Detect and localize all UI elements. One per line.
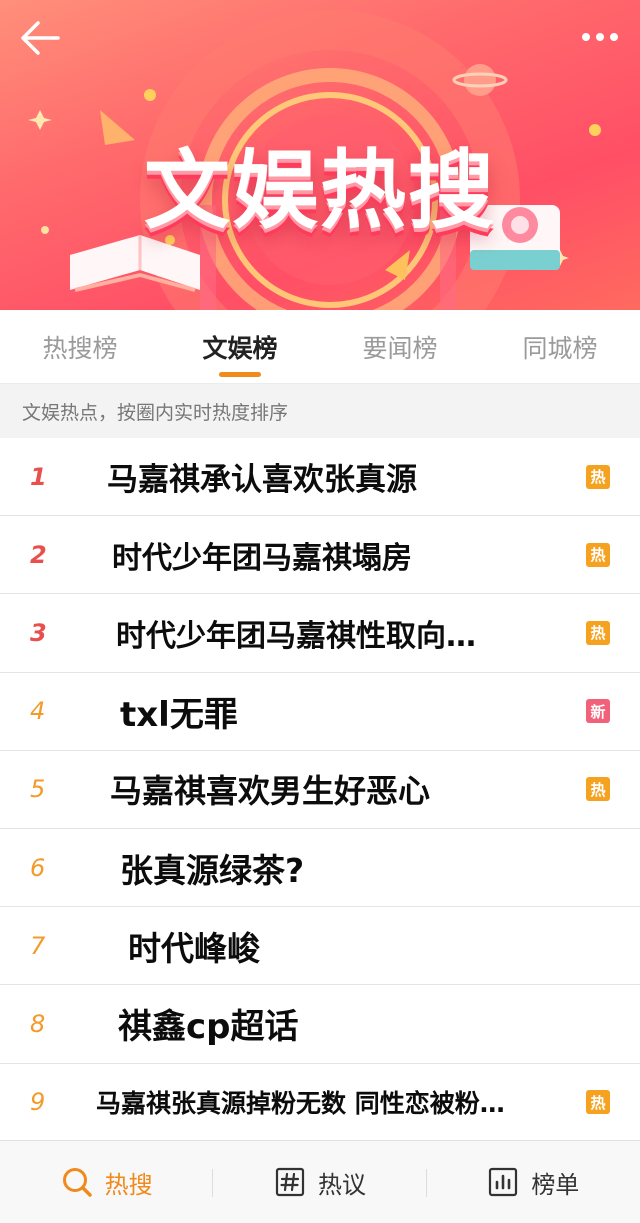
hot-badge: 热	[586, 620, 610, 645]
topic-title: 马嘉祺喜欢男生好恶心	[110, 772, 431, 811]
tab-local[interactable]: 同城榜	[480, 310, 640, 383]
rank-number: 4	[30, 697, 46, 726]
nav-label: 热搜	[104, 1170, 153, 1199]
topic-title: 时代少年团马嘉祺塌房	[112, 540, 412, 576]
list-item[interactable]: 5 马嘉祺喜欢男生好恶心 热	[0, 750, 640, 829]
nav-label: 热议	[317, 1170, 366, 1199]
nav-rankings[interactable]: 榜单	[427, 1141, 640, 1223]
new-badge: 新	[586, 699, 610, 724]
topic-title: 祺鑫cp超话	[118, 1007, 299, 1048]
tab-hot-search[interactable]: 热搜榜	[0, 310, 160, 383]
topic-title: 马嘉祺张真源掉粉无数 同性恋被粉…	[96, 1089, 505, 1119]
rank-number: 1	[30, 462, 47, 491]
hot-badge: 热	[586, 464, 610, 489]
list-item[interactable]: 4 txl无罪 新	[0, 672, 640, 751]
tab-bar: 热搜榜 文娱榜 要闻榜 同城榜	[0, 310, 640, 384]
topic-title: 时代少年团马嘉祺性取向…	[116, 618, 476, 654]
tab-label: 热搜榜	[42, 333, 118, 363]
hashtag-icon	[275, 1167, 305, 1197]
more-button[interactable]	[578, 22, 622, 52]
rank-number: 8	[30, 1009, 46, 1038]
list-item[interactable]: 9 马嘉祺张真源掉粉无数 同性恋被粉… 热	[0, 1063, 640, 1142]
topic-title: 马嘉祺承认喜欢张真源	[107, 462, 417, 499]
topic-title: 张真源绿茶?	[120, 850, 305, 890]
hot-badge: 热	[586, 542, 610, 567]
rank-number: 5	[30, 775, 46, 804]
list-item[interactable]: 6 张真源绿茶?	[0, 828, 640, 908]
tab-label: 文娱榜	[202, 333, 278, 363]
bottom-nav: 热搜 热议 榜单	[0, 1140, 640, 1223]
rank-number: 7	[30, 931, 46, 960]
list-item[interactable]: 3 时代少年团马嘉祺性取向… 热	[0, 594, 640, 673]
banner-title: 文娱热搜	[144, 141, 496, 241]
list-item[interactable]: 7 时代峰峻	[0, 907, 640, 986]
list-description: 文娱热点，按圈内实时热度排序	[0, 384, 640, 438]
nav-discussion[interactable]: 热议	[213, 1141, 427, 1223]
hot-badge: 热	[586, 777, 610, 802]
list-item[interactable]: 8 祺鑫cp超话	[0, 985, 640, 1064]
rank-number: 2	[30, 540, 47, 569]
topic-title: txl无罪	[120, 694, 238, 735]
rank-number: 9	[30, 1088, 46, 1117]
nav-hot-search[interactable]: 热搜	[0, 1141, 214, 1223]
back-button[interactable]	[18, 18, 62, 58]
nav-label: 榜单	[531, 1170, 580, 1199]
active-tab-indicator	[219, 372, 261, 377]
tab-news[interactable]: 要闻榜	[320, 310, 480, 383]
chart-icon	[489, 1167, 518, 1197]
tab-entertainment[interactable]: 文娱榜	[160, 310, 320, 383]
banner: 文娱热搜	[0, 0, 640, 310]
back-arrow-icon	[21, 21, 60, 55]
tab-label: 要闻榜	[362, 333, 438, 363]
rank-number: 3	[30, 618, 47, 647]
trending-list: 1 马嘉祺承认喜欢张真源 热 2 时代少年团马嘉祺塌房 热 3 时代少年团马嘉祺…	[0, 438, 640, 1142]
tab-label: 同城榜	[522, 333, 598, 363]
hot-badge: 热	[586, 1090, 610, 1115]
rank-number: 6	[30, 853, 46, 882]
topic-title: 时代峰峻	[128, 928, 260, 968]
list-item[interactable]: 1 马嘉祺承认喜欢张真源 热	[0, 438, 640, 517]
search-icon	[62, 1168, 92, 1197]
more-dots-icon	[582, 33, 618, 41]
list-item[interactable]: 2 时代少年团马嘉祺塌房 热	[0, 516, 640, 595]
